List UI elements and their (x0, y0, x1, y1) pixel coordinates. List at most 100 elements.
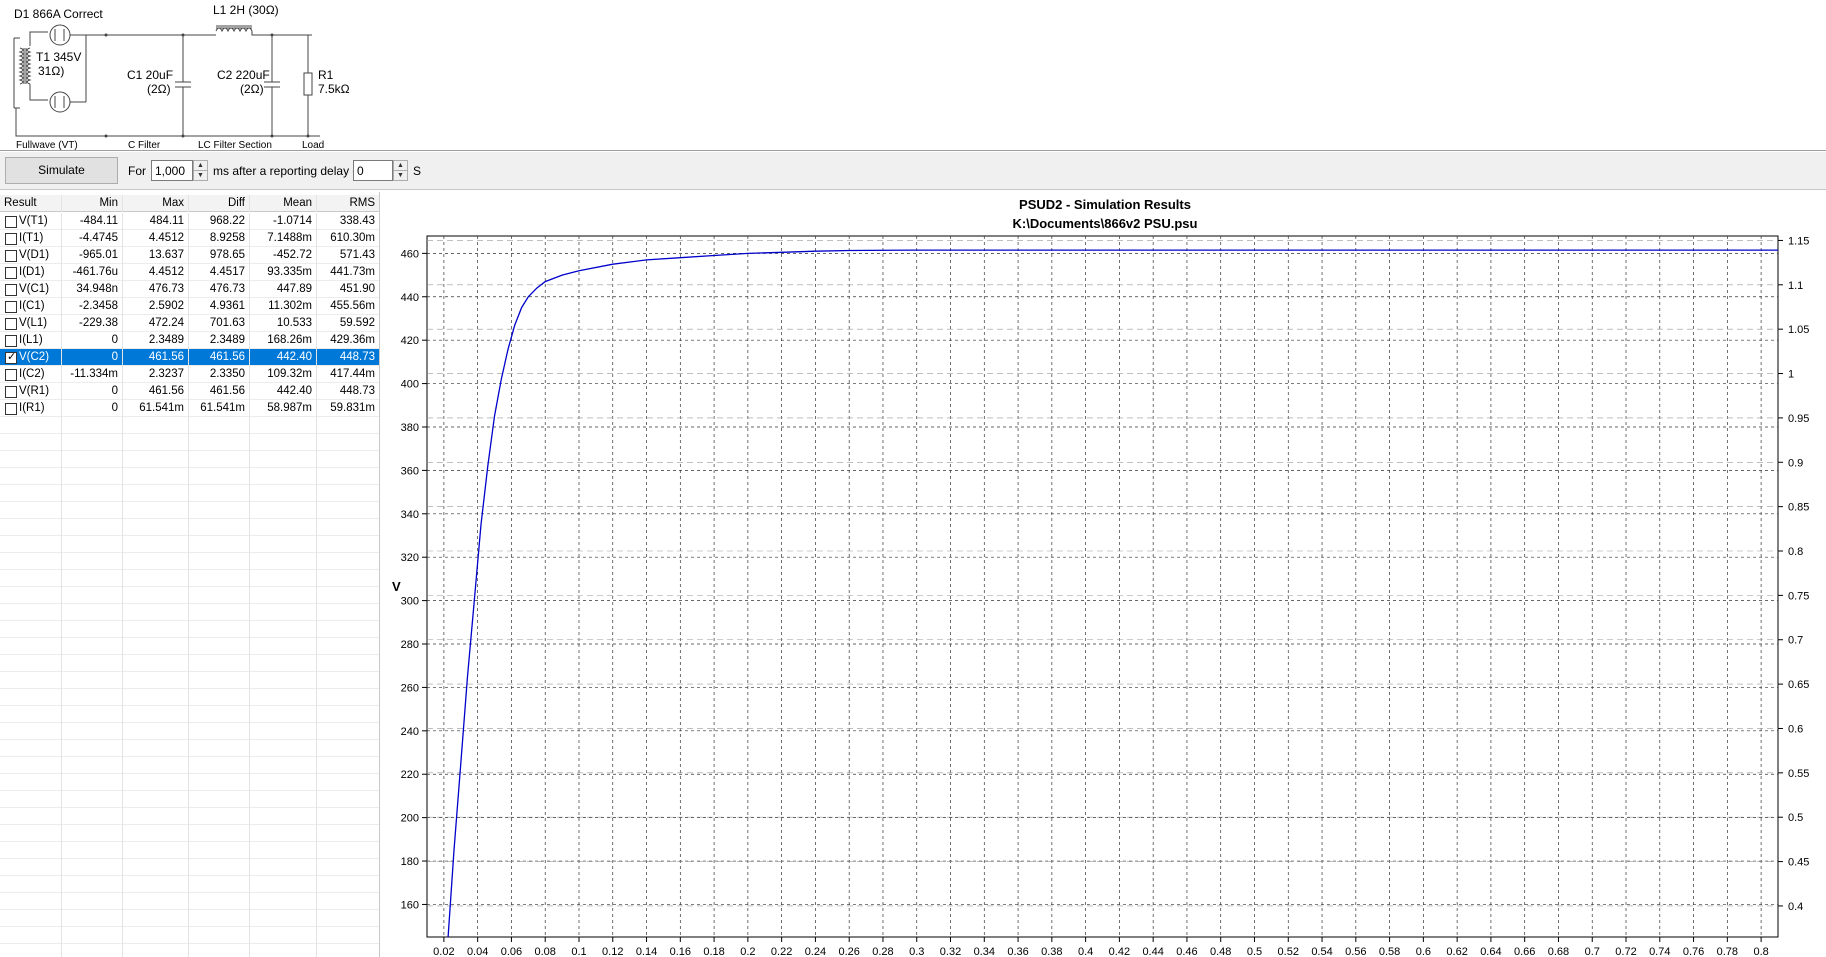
for-label: For (128, 164, 146, 178)
empty-cell (317, 706, 379, 723)
table-row[interactable]: I(D1) -461.76u 4.4512 4.4517 93.335m 441.73m (0, 264, 379, 281)
x-tick-label: 0.02 (433, 946, 454, 957)
empty-cell (0, 893, 62, 910)
empty-cell (189, 774, 250, 791)
x-tick-label: 0.3 (909, 946, 924, 957)
table-row[interactable]: V(C1) 34.948n 476.73 476.73 447.89 451.90 (0, 281, 379, 298)
y-tick-label: 440 (401, 292, 419, 304)
empty-row (0, 519, 379, 536)
empty-cell (0, 774, 62, 791)
x-tick-label: 0.12 (602, 946, 623, 957)
x-tick-label: 0.7 (1585, 946, 1600, 957)
empty-row (0, 706, 379, 723)
empty-cell (189, 570, 250, 587)
empty-cell (189, 842, 250, 859)
empty-cell (250, 757, 317, 774)
empty-cell (62, 689, 123, 706)
y2-tick-label: 1.05 (1788, 324, 1809, 336)
empty-cell (317, 944, 379, 957)
y-tick-label: 300 (401, 596, 419, 608)
empty-cell (0, 485, 62, 502)
empty-cell (123, 842, 189, 859)
empty-row (0, 859, 379, 876)
empty-cell (0, 468, 62, 485)
empty-cell (123, 502, 189, 519)
result-rms: 448.73 (317, 383, 379, 400)
empty-row (0, 808, 379, 825)
y-tick-label: 220 (401, 769, 419, 781)
table-row[interactable]: I(R1) 0 61.541m 61.541m 58.987m 59.831m (0, 400, 379, 417)
delay-input[interactable] (353, 160, 393, 181)
y-tick-label: 360 (401, 465, 419, 477)
empty-cell (62, 723, 123, 740)
empty-cell (123, 519, 189, 536)
result-mean: 93.335m (250, 264, 317, 281)
empty-cell (123, 723, 189, 740)
empty-cell (250, 723, 317, 740)
table-row[interactable]: I(C2) -11.334m 2.3237 2.3350 109.32m 417.44m (0, 366, 379, 383)
empty-cell (123, 774, 189, 791)
empty-cell (62, 570, 123, 587)
spin-up-icon[interactable]: ▲ (194, 161, 207, 171)
y-tick-label: 340 (401, 509, 419, 521)
empty-cell (123, 757, 189, 774)
duration-input[interactable] (151, 160, 193, 181)
r1-label-2: 7.5kΩ (318, 82, 350, 96)
table-row[interactable]: I(T1) -4.4745 4.4512 8.9258 7.1488m 610.30m (0, 230, 379, 247)
y2-tick-label: 0.55 (1788, 768, 1809, 780)
empty-cell (250, 689, 317, 706)
empty-cell (0, 791, 62, 808)
spin-up-icon[interactable]: ▲ (394, 161, 407, 171)
x-tick-label: 0.1 (571, 946, 586, 957)
x-tick-label: 0.54 (1311, 946, 1332, 957)
empty-cell (317, 621, 379, 638)
schematic-panel: D1 866A Correct L1 2H (30Ω) T1 345V 31Ω)… (0, 0, 1826, 151)
result-name: I(C2) (0, 366, 62, 383)
column-header[interactable]: Max (123, 195, 189, 212)
column-header[interactable]: Diff (189, 195, 250, 212)
spin-down-icon[interactable]: ▼ (194, 171, 207, 181)
y2-tick-label: 0.9 (1788, 457, 1803, 469)
spin-down-icon[interactable]: ▼ (394, 171, 407, 181)
table-row[interactable]: I(L1) 0 2.3489 2.3489 168.26m 429.36m (0, 332, 379, 349)
duration-spinner[interactable]: ▲ ▼ (193, 160, 208, 181)
column-header[interactable]: RMS (317, 195, 379, 212)
empty-cell (62, 910, 123, 927)
simulate-button[interactable]: Simulate (5, 157, 118, 184)
empty-cell (189, 655, 250, 672)
y2-tick-label: 0.6 (1788, 723, 1803, 735)
transformer-label-1: T1 345V (36, 50, 82, 64)
table-row[interactable]: V(L1) -229.38 472.24 701.63 10.533 59.592 (0, 315, 379, 332)
empty-cell (62, 502, 123, 519)
empty-cell (123, 944, 189, 957)
table-row[interactable]: I(C1) -2.3458 2.5902 4.9361 11.302m 455.56m (0, 298, 379, 315)
table-row[interactable]: V(R1) 0 461.56 461.56 442.40 448.73 (0, 383, 379, 400)
delay-spinner[interactable]: ▲ ▼ (393, 160, 408, 181)
table-row[interactable]: V(C2)0461.56461.56442.40448.73 (0, 349, 379, 366)
x-tick-label: 0.76 (1683, 946, 1704, 957)
x-tick-label: 0.56 (1345, 946, 1366, 957)
empty-cell (250, 791, 317, 808)
r1-label-1: R1 (318, 68, 334, 82)
x-tick-label: 0.08 (535, 946, 556, 957)
table-row[interactable]: V(T1) -484.11 484.11 968.22 -1.0714 338.43 (0, 213, 379, 230)
table-row[interactable]: V(D1) -965.01 13.637 978.65 -452.72 571.43 (0, 247, 379, 264)
y2-tick-label: 0.5 (1788, 812, 1803, 824)
column-header[interactable]: Min (62, 195, 123, 212)
empty-cell (123, 655, 189, 672)
empty-cell (62, 825, 123, 842)
result-min: -461.76u (62, 264, 123, 281)
empty-cell (317, 808, 379, 825)
result-diff: 461.56 (189, 349, 250, 366)
empty-cell (62, 417, 123, 434)
x-tick-label: 0.74 (1649, 946, 1670, 957)
empty-cell (317, 536, 379, 553)
result-mean: 7.1488m (250, 230, 317, 247)
column-header[interactable]: Result (0, 195, 62, 212)
x-tick-label: 0.64 (1480, 946, 1501, 957)
column-header[interactable]: Mean (250, 195, 317, 212)
empty-cell (62, 706, 123, 723)
empty-row (0, 638, 379, 655)
ms-delay-label: ms after a reporting delay of (213, 164, 363, 178)
result-mean: 10.533 (250, 315, 317, 332)
